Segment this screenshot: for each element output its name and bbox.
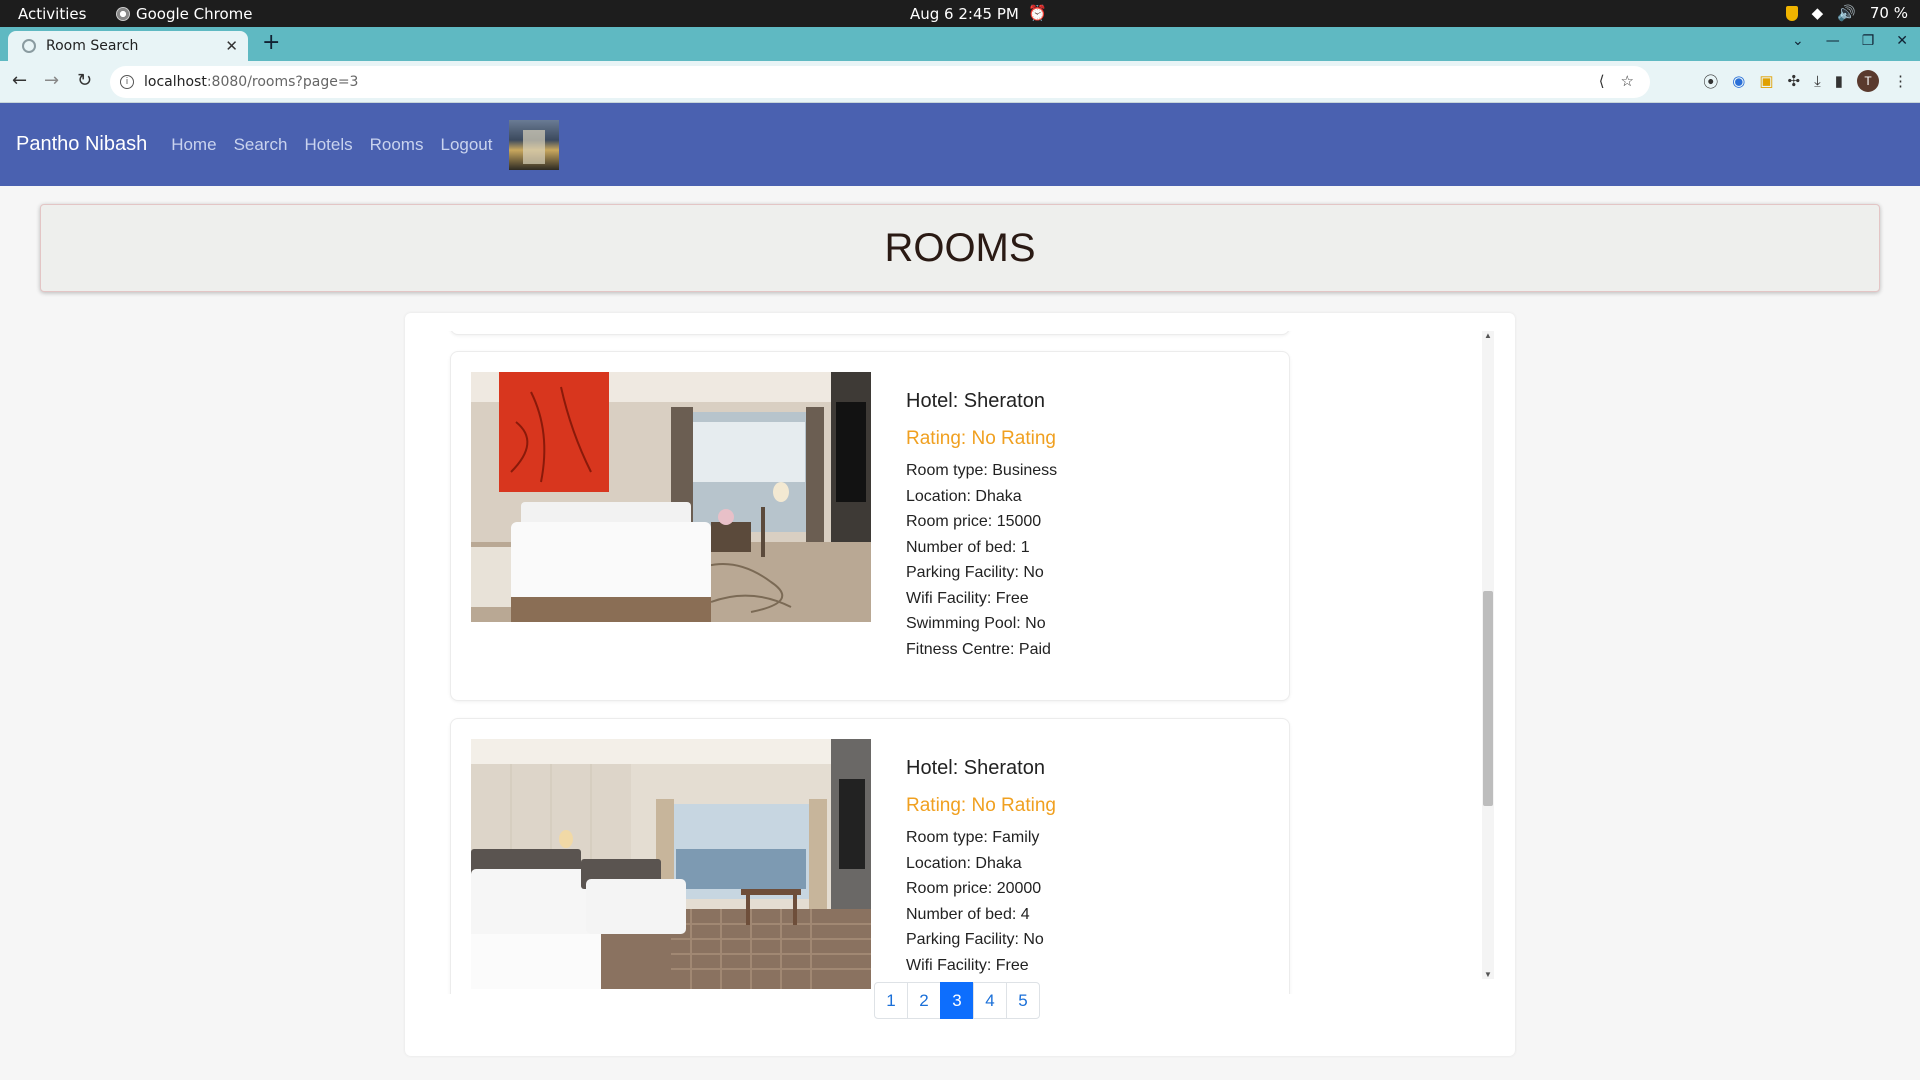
room-wifi: Wifi Facility: Free [906,589,1029,607]
room-pool: Swimming Pool: No [906,615,1046,632]
chrome-icon [116,7,130,21]
nav-link-rooms[interactable]: Rooms [370,135,424,155]
extension-icon[interactable]: ⦿ [1703,71,1718,92]
extension-icon[interactable]: ◉ [1732,72,1745,90]
tab-strip: Room Search ✕ + ⌄ — ❐ ✕ [0,27,1920,61]
room-details: Hotel: Sheraton Rating: No Rating Room t… [906,757,1056,978]
nav-link-home[interactable]: Home [171,135,216,155]
url-host: localhost [144,74,207,90]
scroll-down-icon[interactable]: ▼ [1484,970,1492,979]
kebab-menu-icon[interactable]: ⋮ [1893,72,1908,90]
page-title: ROOMS [884,225,1036,270]
room-rating: Rating: No Rating [906,428,1056,449]
url-path: :8080/rooms?page=3 [206,74,359,90]
nav-link-hotels[interactable]: Hotels [304,135,352,155]
room-card [450,331,1290,335]
app-name: Google Chrome [136,5,253,23]
room-parking: Parking Facility: No [906,931,1044,948]
clock[interactable]: Aug 6 2:45 PM [910,5,1019,23]
close-window-icon[interactable]: ✕ [1896,33,1908,49]
room-location: Location: Dhaka [906,854,1022,872]
room-rating: Rating: No Rating [906,795,1056,816]
activities-button[interactable]: Activities [18,5,86,23]
room-location: Location: Dhaka [906,487,1022,505]
window-controls: ⌄ — ❐ ✕ [1792,33,1908,49]
minimize-icon[interactable]: — [1826,33,1840,49]
brand-link[interactable]: Pantho Nibash [16,133,147,156]
room-parking: Parking Facility: No [906,564,1044,581]
extension-icon[interactable]: ▣ [1759,72,1773,90]
browser-toolbar: ← → ↻ i localhost:8080/rooms?page=3 ⟨ ☆ … [0,61,1920,103]
room-details: Hotel: Sheraton Rating: No Rating Room t… [906,390,1057,662]
app-menu[interactable]: Google Chrome [116,5,253,23]
room-fitness: Fitness Centre: Paid [906,640,1051,658]
room-beds: Number of bed: 1 [906,538,1030,556]
pagination: 1 2 3 4 5 [874,982,1040,1019]
new-tab-button[interactable]: + [262,30,280,55]
rooms-container: Hotel: Sheraton Rating: No Rating Room t… [405,313,1515,1056]
battery-indicator: 70 % [1869,4,1908,22]
page-link-2[interactable]: 2 [907,982,941,1019]
page-link-4[interactable]: 4 [973,982,1007,1019]
forward-icon[interactable]: → [44,70,59,91]
nav-link-search[interactable]: Search [234,135,288,155]
room-wifi: Wifi Facility: Free [906,956,1029,974]
shield-icon [1785,5,1798,21]
room-price: Room price: 20000 [906,880,1042,897]
scrollbar-thumb[interactable] [1483,591,1493,806]
tab-search-icon[interactable]: ⌄ [1792,33,1804,49]
address-bar[interactable]: i localhost:8080/rooms?page=3 ⟨ ☆ [110,66,1650,98]
reload-icon[interactable]: ↻ [77,70,92,91]
tab-room-search[interactable]: Room Search ✕ [8,31,248,61]
share-icon[interactable]: ⟨ [1599,72,1605,90]
os-top-bar: Activities Google Chrome Aug 6 2:45 PM ⏰… [0,0,1920,27]
globe-icon [22,39,36,53]
site-navbar: Pantho Nibash Home Search Hotels Rooms L… [0,103,1920,186]
wifi-icon: ◆ [1811,4,1824,22]
room-hotel: Hotel: Sheraton [906,757,1045,779]
alarm-icon: ⏰ [1028,4,1047,22]
site-info-icon[interactable]: i [120,75,134,89]
nav-link-logout[interactable]: Logout [440,135,492,155]
rooms-scroll-area[interactable]: Hotel: Sheraton Rating: No Rating Room t… [445,331,1495,994]
extensions-area: ⦿ ◉ ▣ ✣ ⤓ ▮ T ⋮ [1703,70,1908,92]
room-type: Room type: Business [906,462,1058,479]
bookmark-star-icon[interactable]: ☆ [1621,72,1634,90]
scroll-up-icon[interactable]: ▲ [1484,331,1492,340]
download-icon[interactable]: ⤓ [1814,73,1821,90]
profile-thumbnail[interactable] [509,119,560,170]
sidepanel-icon[interactable]: ▮ [1835,72,1843,90]
tab-title: Room Search [46,38,139,54]
room-image [471,372,871,622]
room-image [471,739,871,989]
volume-icon: 🔊 [1837,4,1856,22]
room-price: Room price: 15000 [906,513,1042,530]
rooms-scrollbar[interactable]: ▲ ▼ [1482,331,1494,979]
room-card[interactable]: Hotel: Sheraton Rating: No Rating Room t… [450,718,1290,994]
page-link-1[interactable]: 1 [874,982,908,1019]
room-card[interactable]: Hotel: Sheraton Rating: No Rating Room t… [450,351,1290,701]
system-tray[interactable]: ◆ 🔊 70 % [1785,4,1908,22]
page-link-5[interactable]: 5 [1006,982,1040,1019]
page-header: ROOMS [40,204,1880,292]
room-hotel: Hotel: Sheraton [906,390,1045,412]
page-link-3-active[interactable]: 3 [940,982,974,1019]
room-beds: Number of bed: 4 [906,905,1030,923]
room-type: Room type: Family [906,829,1040,846]
back-icon[interactable]: ← [12,70,27,91]
puzzle-icon[interactable]: ✣ [1788,72,1801,90]
restore-icon[interactable]: ❐ [1862,33,1875,49]
profile-avatar[interactable]: T [1857,70,1879,92]
close-tab-icon[interactable]: ✕ [225,37,238,55]
